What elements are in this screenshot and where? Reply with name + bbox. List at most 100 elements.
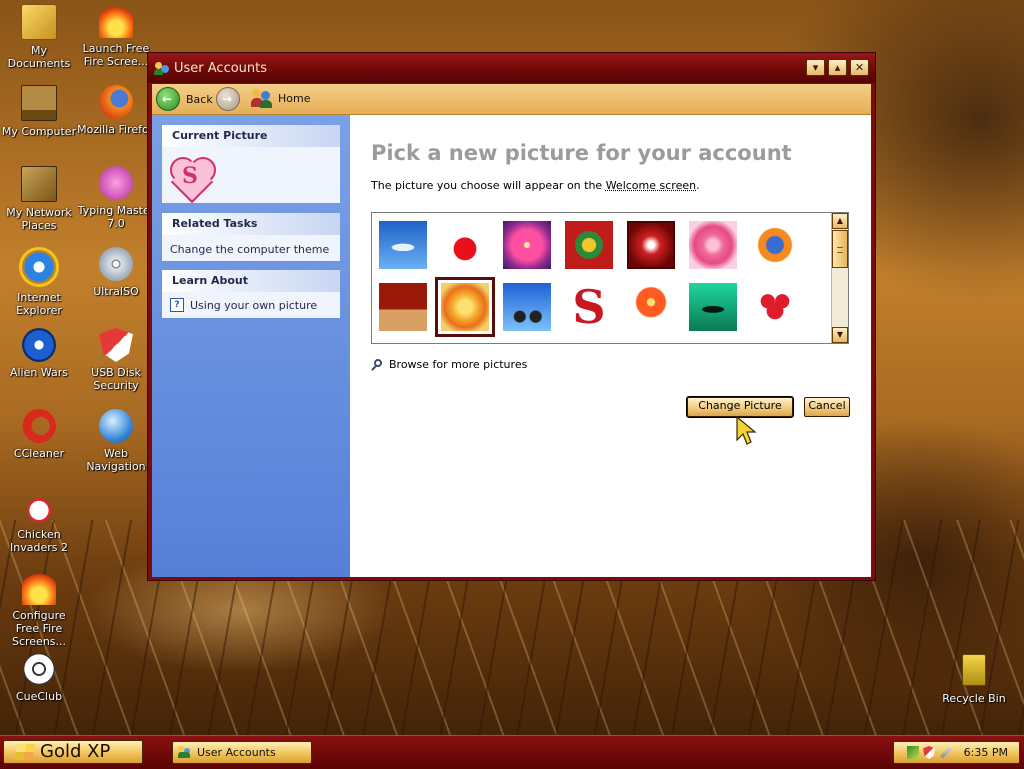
taskbar-item-user-accounts[interactable]: User Accounts: [172, 741, 312, 764]
back-button[interactable]: ← Back: [156, 87, 213, 111]
window-content: Current Picture S Related Tasks Change t…: [152, 115, 871, 577]
picture-dragon[interactable]: [565, 221, 613, 269]
desktop-icon-usb-disk-security[interactable]: USB Disk Security: [77, 328, 155, 392]
learn-about-own-picture-label: Using your own picture: [190, 298, 318, 312]
ultraiso-icon: [99, 247, 133, 281]
learn-about-own-picture[interactable]: ? Using your own picture: [162, 292, 340, 318]
picture-airplane[interactable]: [379, 221, 427, 269]
related-tasks-heading: Related Tasks: [162, 213, 340, 235]
picture-apple[interactable]: [441, 221, 489, 269]
picture-green-glow[interactable]: [689, 283, 737, 331]
picture-pink-flower[interactable]: [503, 221, 551, 269]
user-accounts-window: User Accounts ▾ ▴ ✕ ← Back → Home Curren…: [147, 52, 876, 581]
window-toolbar: ← Back → Home: [152, 84, 871, 115]
gallery-scrollbar[interactable]: ▲ ▼: [831, 213, 848, 343]
clock[interactable]: 6:35 PM: [964, 746, 1008, 759]
learn-about-heading: Learn About: [162, 270, 340, 292]
welcome-screen-link[interactable]: Welcome screen: [606, 179, 696, 192]
scroll-up-icon[interactable]: ▲: [832, 213, 848, 229]
page-description: The picture you choose will appear on th…: [371, 179, 700, 192]
maximize-icon: ▴: [834, 61, 841, 74]
my-documents-icon: [21, 4, 57, 40]
taskbar-item-label: User Accounts: [197, 746, 276, 759]
desktop-icon-alien-wars[interactable]: Alien Wars: [0, 328, 78, 379]
browse-more-pictures[interactable]: Browse for more pictures: [371, 358, 527, 371]
user-accounts-task-icon: [178, 746, 192, 758]
tray-network-icon[interactable]: [907, 746, 919, 759]
ccleaner-icon: [22, 409, 56, 443]
my-computer-icon: [21, 85, 57, 121]
picture-motocross[interactable]: [503, 283, 551, 331]
desktop-icon-internet-explorer[interactable]: Internet Explorer: [0, 247, 78, 317]
picture-letter-s[interactable]: S: [565, 283, 613, 331]
alien-wars-icon: [22, 328, 56, 362]
window-title: User Accounts: [174, 61, 268, 76]
start-flag-icon: [14, 744, 36, 760]
tray-tool-icon[interactable]: [939, 746, 953, 759]
description-prefix: The picture you choose will appear on th…: [371, 179, 606, 192]
taskbar: Gold XP User Accounts 6:35 PM: [0, 735, 1024, 769]
cueclub-icon: [22, 652, 56, 686]
desktop-icon-ultraiso[interactable]: UltraISO: [77, 247, 155, 298]
back-label: Back: [186, 92, 213, 106]
system-tray: 6:35 PM: [893, 741, 1020, 764]
task-pane: Current Picture S Related Tasks Change t…: [152, 115, 350, 577]
fire-screensaver-config-icon: [22, 571, 56, 605]
home-button[interactable]: Home: [251, 88, 310, 108]
mouse-pointer-icon: [736, 416, 757, 445]
related-task-change-theme[interactable]: Change the computer theme: [162, 235, 340, 262]
desktop-icon-launch-fire-screensaver[interactable]: Launch Free Fire Scree...: [77, 4, 155, 68]
current-picture-body: S: [162, 147, 340, 205]
browse-label: Browse for more pictures: [389, 358, 528, 371]
window-titlebar[interactable]: User Accounts ▾ ▴ ✕: [148, 53, 875, 83]
recycle-bin-icon: [962, 654, 986, 686]
maximize-button[interactable]: ▴: [828, 59, 847, 76]
desktop-icon-my-documents[interactable]: My Documents: [0, 4, 78, 70]
user-accounts-home-icon: [251, 88, 273, 108]
desktop-icon-cueclub[interactable]: CueClub: [0, 652, 78, 703]
desktop-icon-recycle-bin[interactable]: Recycle Bin: [935, 652, 1013, 705]
picture-gerbera[interactable]: [627, 283, 675, 331]
typing-master-icon: [99, 166, 133, 200]
description-suffix: .: [696, 179, 700, 192]
page-title: Pick a new picture for your account: [371, 141, 792, 165]
picture-gallery: S ▲ ▼: [371, 212, 849, 344]
magnifier-icon: [371, 358, 383, 371]
desktop-icon-my-network-places[interactable]: My Network Places: [0, 166, 78, 232]
desktop-icon-chicken-invaders[interactable]: Chicken Invaders 2: [0, 490, 78, 554]
picture-windows-flag[interactable]: [435, 277, 495, 337]
web-navigation-icon: [99, 409, 133, 443]
desktop-icon-web-navigation[interactable]: Web Navigation: [77, 409, 155, 473]
current-picture-panel: Current Picture S: [162, 125, 340, 205]
desktop-icon-my-computer[interactable]: My Computer: [0, 85, 78, 138]
picture-rose[interactable]: [689, 221, 737, 269]
recycle-bin-icon-wrap: [957, 654, 991, 688]
fire-screensaver-icon: [99, 4, 133, 38]
picture-kiss-heart[interactable]: [751, 283, 799, 331]
internet-explorer-icon: [19, 247, 59, 287]
close-button[interactable]: ✕: [850, 59, 869, 76]
scroll-down-icon[interactable]: ▼: [832, 327, 848, 343]
change-picture-button[interactable]: Change Picture: [686, 396, 794, 418]
scroll-thumb[interactable]: [832, 230, 848, 268]
back-arrow-icon: ←: [156, 87, 180, 111]
picture-red-dragon[interactable]: [627, 221, 675, 269]
current-picture-heading: Current Picture: [162, 125, 340, 147]
start-button[interactable]: Gold XP: [3, 740, 143, 764]
desktop-icon-typing-master[interactable]: Typing Master 7.0: [77, 166, 155, 230]
minimize-button[interactable]: ▾: [806, 59, 825, 76]
picture-chess[interactable]: [379, 283, 427, 331]
usb-disk-security-icon: [99, 328, 133, 362]
current-picture-thumbnail: S: [168, 151, 216, 204]
cancel-button[interactable]: Cancel: [804, 397, 850, 417]
picture-firefox-logo[interactable]: [751, 221, 799, 269]
forward-arrow-icon: →: [216, 87, 240, 111]
user-accounts-icon: [154, 60, 170, 76]
close-icon: ✕: [854, 61, 865, 74]
chicken-invaders-icon: [22, 490, 56, 524]
desktop-icon-firefox[interactable]: Mozilla Firefox: [77, 85, 155, 136]
desktop-icon-configure-fire-screensaver[interactable]: Configure Free Fire Screens...: [0, 571, 78, 648]
tray-shield-icon[interactable]: [923, 746, 935, 759]
desktop-icon-ccleaner[interactable]: CCleaner: [0, 409, 78, 460]
forward-button[interactable]: →: [216, 87, 240, 114]
